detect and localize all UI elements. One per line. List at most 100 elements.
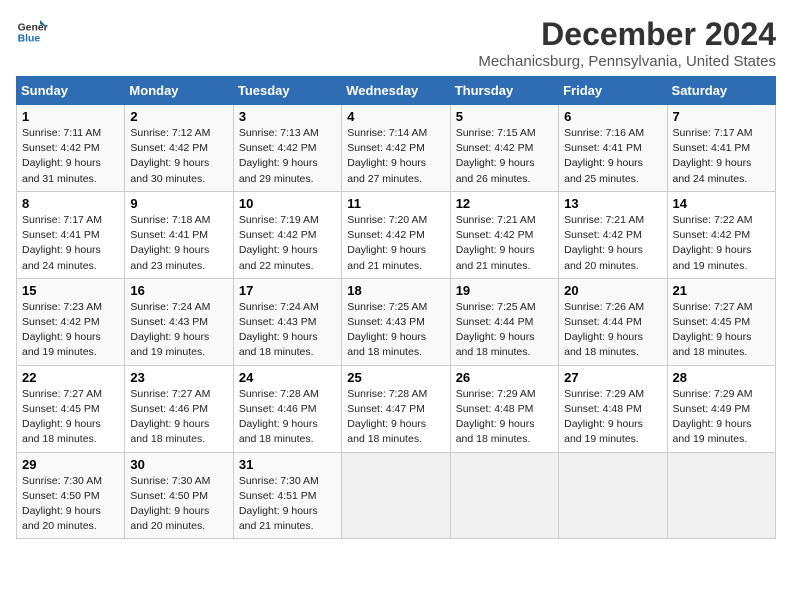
calendar-day-cell: 10 Sunrise: 7:19 AMSunset: 4:42 PMDaylig… [233, 191, 341, 278]
day-number: 9 [130, 196, 227, 211]
day-info: Sunrise: 7:21 AMSunset: 4:42 PMDaylight:… [456, 214, 536, 272]
calendar-day-cell: 13 Sunrise: 7:21 AMSunset: 4:42 PMDaylig… [559, 191, 667, 278]
weekday-header-cell: Tuesday [233, 77, 341, 105]
weekday-header-cell: Sunday [17, 77, 125, 105]
calendar-week-row: 22 Sunrise: 7:27 AMSunset: 4:45 PMDaylig… [17, 365, 776, 452]
weekday-header-row: SundayMondayTuesdayWednesdayThursdayFrid… [17, 77, 776, 105]
day-info: Sunrise: 7:19 AMSunset: 4:42 PMDaylight:… [239, 214, 319, 272]
day-number: 20 [564, 283, 661, 298]
calendar-day-cell: 23 Sunrise: 7:27 AMSunset: 4:46 PMDaylig… [125, 365, 233, 452]
day-info: Sunrise: 7:30 AMSunset: 4:51 PMDaylight:… [239, 475, 319, 533]
weekday-header-cell: Thursday [450, 77, 558, 105]
day-info: Sunrise: 7:25 AMSunset: 4:44 PMDaylight:… [456, 301, 536, 359]
day-info: Sunrise: 7:20 AMSunset: 4:42 PMDaylight:… [347, 214, 427, 272]
day-number: 19 [456, 283, 553, 298]
day-number: 27 [564, 370, 661, 385]
day-number: 30 [130, 457, 227, 472]
day-info: Sunrise: 7:16 AMSunset: 4:41 PMDaylight:… [564, 127, 644, 185]
day-number: 14 [673, 196, 770, 211]
calendar-day-cell: 17 Sunrise: 7:24 AMSunset: 4:43 PMDaylig… [233, 278, 341, 365]
day-info: Sunrise: 7:24 AMSunset: 4:43 PMDaylight:… [239, 301, 319, 359]
day-number: 26 [456, 370, 553, 385]
day-number: 28 [673, 370, 770, 385]
day-info: Sunrise: 7:27 AMSunset: 4:46 PMDaylight:… [130, 388, 210, 446]
calendar-day-cell: 4 Sunrise: 7:14 AMSunset: 4:42 PMDayligh… [342, 105, 450, 192]
day-number: 10 [239, 196, 336, 211]
day-info: Sunrise: 7:30 AMSunset: 4:50 PMDaylight:… [22, 475, 102, 533]
calendar-day-cell: 20 Sunrise: 7:26 AMSunset: 4:44 PMDaylig… [559, 278, 667, 365]
calendar-table: SundayMondayTuesdayWednesdayThursdayFrid… [16, 76, 776, 539]
weekday-header-cell: Monday [125, 77, 233, 105]
day-info: Sunrise: 7:11 AMSunset: 4:42 PMDaylight:… [22, 127, 101, 185]
day-number: 16 [130, 283, 227, 298]
calendar-day-cell: 2 Sunrise: 7:12 AMSunset: 4:42 PMDayligh… [125, 105, 233, 192]
calendar-day-cell: 19 Sunrise: 7:25 AMSunset: 4:44 PMDaylig… [450, 278, 558, 365]
day-info: Sunrise: 7:14 AMSunset: 4:42 PMDaylight:… [347, 127, 427, 185]
day-number: 24 [239, 370, 336, 385]
day-info: Sunrise: 7:24 AMSunset: 4:43 PMDaylight:… [130, 301, 210, 359]
title-area: December 2024 Mechanicsburg, Pennsylvani… [478, 16, 776, 70]
calendar-day-cell: 6 Sunrise: 7:16 AMSunset: 4:41 PMDayligh… [559, 105, 667, 192]
day-info: Sunrise: 7:23 AMSunset: 4:42 PMDaylight:… [22, 301, 102, 359]
calendar-day-cell: 27 Sunrise: 7:29 AMSunset: 4:48 PMDaylig… [559, 365, 667, 452]
day-number: 6 [564, 109, 661, 124]
calendar-day-cell [559, 452, 667, 539]
page-header: General Blue December 2024 Mechanicsburg… [16, 16, 776, 70]
calendar-day-cell: 9 Sunrise: 7:18 AMSunset: 4:41 PMDayligh… [125, 191, 233, 278]
calendar-week-row: 8 Sunrise: 7:17 AMSunset: 4:41 PMDayligh… [17, 191, 776, 278]
calendar-day-cell: 8 Sunrise: 7:17 AMSunset: 4:41 PMDayligh… [17, 191, 125, 278]
day-number: 21 [673, 283, 770, 298]
day-info: Sunrise: 7:12 AMSunset: 4:42 PMDaylight:… [130, 127, 210, 185]
calendar-day-cell: 22 Sunrise: 7:27 AMSunset: 4:45 PMDaylig… [17, 365, 125, 452]
day-number: 13 [564, 196, 661, 211]
day-info: Sunrise: 7:27 AMSunset: 4:45 PMDaylight:… [22, 388, 102, 446]
calendar-day-cell: 30 Sunrise: 7:30 AMSunset: 4:50 PMDaylig… [125, 452, 233, 539]
day-number: 1 [22, 109, 119, 124]
day-number: 22 [22, 370, 119, 385]
calendar-day-cell: 21 Sunrise: 7:27 AMSunset: 4:45 PMDaylig… [667, 278, 775, 365]
day-info: Sunrise: 7:30 AMSunset: 4:50 PMDaylight:… [130, 475, 210, 533]
calendar-day-cell: 18 Sunrise: 7:25 AMSunset: 4:43 PMDaylig… [342, 278, 450, 365]
day-number: 17 [239, 283, 336, 298]
calendar-day-cell [342, 452, 450, 539]
day-number: 2 [130, 109, 227, 124]
month-title: December 2024 [478, 16, 776, 53]
calendar-day-cell: 12 Sunrise: 7:21 AMSunset: 4:42 PMDaylig… [450, 191, 558, 278]
calendar-day-cell: 28 Sunrise: 7:29 AMSunset: 4:49 PMDaylig… [667, 365, 775, 452]
day-info: Sunrise: 7:29 AMSunset: 4:48 PMDaylight:… [456, 388, 536, 446]
calendar-week-row: 29 Sunrise: 7:30 AMSunset: 4:50 PMDaylig… [17, 452, 776, 539]
day-info: Sunrise: 7:28 AMSunset: 4:46 PMDaylight:… [239, 388, 319, 446]
day-number: 29 [22, 457, 119, 472]
calendar-week-row: 1 Sunrise: 7:11 AMSunset: 4:42 PMDayligh… [17, 105, 776, 192]
calendar-body: 1 Sunrise: 7:11 AMSunset: 4:42 PMDayligh… [17, 105, 776, 539]
calendar-day-cell: 11 Sunrise: 7:20 AMSunset: 4:42 PMDaylig… [342, 191, 450, 278]
weekday-header-cell: Wednesday [342, 77, 450, 105]
day-info: Sunrise: 7:25 AMSunset: 4:43 PMDaylight:… [347, 301, 427, 359]
calendar-week-row: 15 Sunrise: 7:23 AMSunset: 4:42 PMDaylig… [17, 278, 776, 365]
calendar-day-cell: 5 Sunrise: 7:15 AMSunset: 4:42 PMDayligh… [450, 105, 558, 192]
calendar-day-cell: 3 Sunrise: 7:13 AMSunset: 4:42 PMDayligh… [233, 105, 341, 192]
day-number: 5 [456, 109, 553, 124]
day-number: 4 [347, 109, 444, 124]
day-number: 8 [22, 196, 119, 211]
day-number: 7 [673, 109, 770, 124]
logo-icon: General Blue [16, 16, 48, 48]
day-info: Sunrise: 7:26 AMSunset: 4:44 PMDaylight:… [564, 301, 644, 359]
day-number: 23 [130, 370, 227, 385]
logo: General Blue [16, 16, 48, 48]
day-info: Sunrise: 7:29 AMSunset: 4:49 PMDaylight:… [673, 388, 753, 446]
calendar-day-cell: 29 Sunrise: 7:30 AMSunset: 4:50 PMDaylig… [17, 452, 125, 539]
calendar-day-cell [450, 452, 558, 539]
day-info: Sunrise: 7:17 AMSunset: 4:41 PMDaylight:… [22, 214, 102, 272]
day-info: Sunrise: 7:27 AMSunset: 4:45 PMDaylight:… [673, 301, 753, 359]
location: Mechanicsburg, Pennsylvania, United Stat… [478, 53, 776, 70]
weekday-header-cell: Saturday [667, 77, 775, 105]
day-number: 31 [239, 457, 336, 472]
day-number: 25 [347, 370, 444, 385]
day-info: Sunrise: 7:22 AMSunset: 4:42 PMDaylight:… [673, 214, 753, 272]
calendar-day-cell: 16 Sunrise: 7:24 AMSunset: 4:43 PMDaylig… [125, 278, 233, 365]
day-info: Sunrise: 7:17 AMSunset: 4:41 PMDaylight:… [673, 127, 753, 185]
calendar-day-cell: 1 Sunrise: 7:11 AMSunset: 4:42 PMDayligh… [17, 105, 125, 192]
day-info: Sunrise: 7:21 AMSunset: 4:42 PMDaylight:… [564, 214, 644, 272]
day-info: Sunrise: 7:28 AMSunset: 4:47 PMDaylight:… [347, 388, 427, 446]
